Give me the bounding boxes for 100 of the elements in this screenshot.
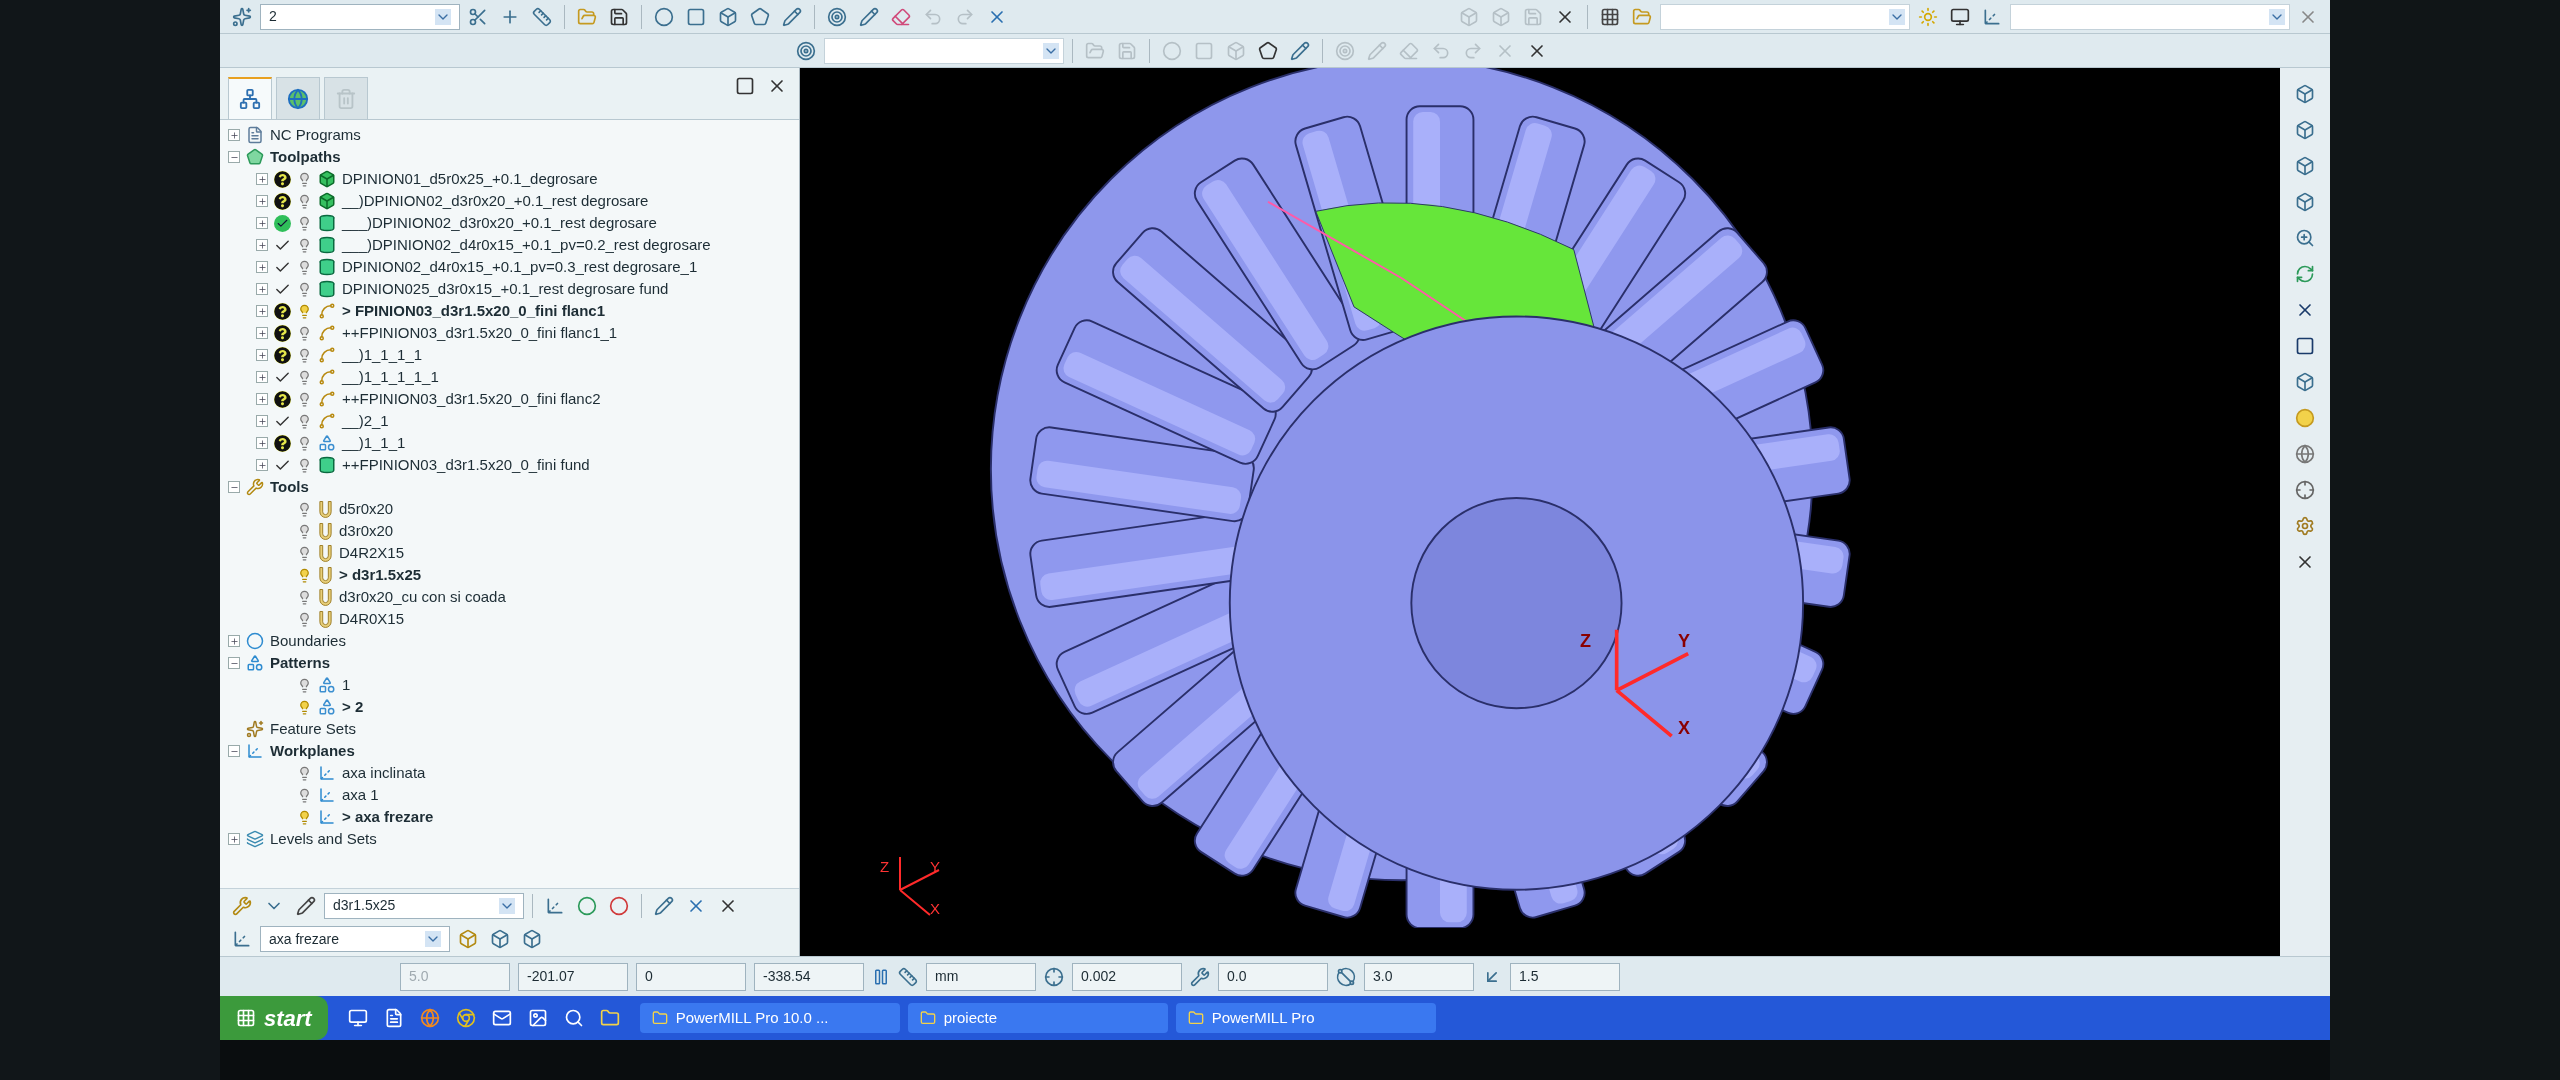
expand-toggle-icon[interactable]: [228, 635, 240, 647]
tree-item-label[interactable]: ++FPINION03_d3r1.5x20_0_fini flanc2: [342, 387, 601, 411]
expand-toggle-icon[interactable]: [228, 833, 240, 845]
tree-view-icon: [239, 88, 261, 110]
taskbar-button[interactable]: PowerMILL Pro: [1175, 1003, 1436, 1033]
tree-item-label[interactable]: DPINION01_d5r0x25_+0.1_degrosare: [342, 167, 598, 191]
diameter-field[interactable]: 3.0: [1364, 962, 1474, 991]
dropdown-caret-icon: [1889, 8, 1905, 25]
tree-item-label[interactable]: > d3r1.5x25: [339, 563, 422, 587]
cylinder-icon: [318, 258, 336, 276]
cutter-icon: [318, 566, 333, 584]
tree-folder-label[interactable]: Workplanes: [270, 739, 355, 763]
expand-toggle-icon[interactable]: [256, 217, 268, 229]
expand-toggle-icon[interactable]: [256, 327, 268, 339]
tree-item-label[interactable]: ++FPINION03_d3r1.5x20_0_fini flanc1_1: [342, 321, 618, 345]
stepover-field[interactable]: 1.5: [1510, 962, 1620, 991]
tree-item-label[interactable]: > FPINION03_d3r1.5x20_0_fini flanc1: [342, 299, 606, 323]
cutter-icon: [318, 588, 333, 606]
expand-toggle-icon[interactable]: [256, 415, 268, 427]
tree-folder-label[interactable]: Tools: [270, 475, 309, 499]
curve-path-icon: [318, 324, 336, 342]
collapse-toggle-icon[interactable]: [228, 745, 240, 757]
expand-toggle-icon[interactable]: [256, 371, 268, 383]
panel-tab[interactable]: [276, 77, 320, 119]
tree-item-label[interactable]: __)1_1_1_1: [342, 343, 423, 367]
dropdown-field[interactable]: [824, 37, 1064, 64]
coordinate-field[interactable]: -201.07: [518, 962, 628, 991]
cutter-icon: [318, 610, 333, 628]
pause-icon[interactable]: [872, 967, 890, 986]
tree-item-label[interactable]: ___)DPINION02_d3r0x20_+0.1_rest degrosare: [342, 211, 657, 235]
tree-folder-label[interactable]: Feature Sets: [270, 717, 356, 741]
tree-item-label[interactable]: > axa frezare: [342, 805, 434, 829]
tree-item-label[interactable]: __)1_1_1: [342, 431, 406, 455]
expand-toggle-icon[interactable]: [256, 195, 268, 207]
ruler-icon: [898, 966, 918, 987]
layer-dropdown[interactable]: 2: [260, 3, 460, 30]
coordinate-field[interactable]: -338.54: [754, 962, 864, 991]
tree-item-label[interactable]: __)DPINION02_d3r0x20_+0.1_rest degrosare: [342, 189, 649, 213]
tree-item-label[interactable]: 1: [342, 673, 351, 697]
tree-item-label[interactable]: ___)DPINION02_d4r0x15_+0.1_pv=0.2_rest degrosare: [342, 233, 711, 257]
panel-tab[interactable]: [228, 77, 272, 119]
workplane-dropdown[interactable]: axa frezare: [260, 926, 450, 952]
taskbar-button[interactable]: PowerMILL Pro 10.0 ...: [639, 1003, 900, 1033]
globe-icon: [287, 87, 309, 110]
tree-item-label[interactable]: DPINION02_d4r0x15_+0.1_pv=0.3_rest degrosare_1: [342, 255, 698, 279]
pattern-icon: [318, 676, 336, 694]
tree-folder-label[interactable]: Levels and Sets: [270, 827, 377, 851]
collapse-toggle-icon[interactable]: [228, 481, 240, 493]
expand-toggle-icon[interactable]: [228, 129, 240, 141]
pattern-icon: [246, 654, 264, 672]
tree-folder-label[interactable]: Patterns: [270, 651, 331, 675]
tree-item-label[interactable]: __)1_1_1_1_1: [342, 365, 439, 389]
axis-label: Z: [1580, 630, 1591, 653]
expand-toggle-icon[interactable]: [256, 305, 268, 317]
tree-item-label[interactable]: DPINION025_d3r0x15_+0.1_rest degrosare fund: [342, 277, 669, 301]
3d-viewport[interactable]: Z Y X Z Y X: [800, 68, 2280, 956]
cube-icon: [318, 192, 336, 210]
dropdown-field[interactable]: [2010, 3, 2290, 30]
diameter-icon: [1336, 966, 1356, 987]
tolerance-field[interactable]: 0.002: [1072, 962, 1182, 991]
tool-dropdown[interactable]: d3r1.5x25: [324, 892, 524, 919]
tree-item-label[interactable]: axa 1: [342, 783, 379, 807]
start-button[interactable]: start: [220, 996, 328, 1040]
cylinder-icon: [318, 280, 336, 298]
coordinate-field[interactable]: 0: [636, 962, 746, 991]
tree-item-label[interactable]: D4R2X15: [339, 541, 405, 565]
tree-item-label[interactable]: d3r0x20_cu con si coada: [339, 585, 506, 609]
expand-toggle-icon[interactable]: [256, 437, 268, 449]
curve-path-icon: [318, 302, 336, 320]
taskbar-button[interactable]: proiecte: [907, 1003, 1168, 1033]
units-field[interactable]: mm: [926, 962, 1036, 991]
expand-toggle-icon[interactable]: [256, 393, 268, 405]
tree-folder-label[interactable]: NC Programs: [270, 123, 361, 147]
tree-item-label[interactable]: axa inclinata: [342, 761, 426, 785]
collapse-toggle-icon[interactable]: [228, 151, 240, 163]
expand-toggle-icon[interactable]: [256, 283, 268, 295]
expand-toggle-icon[interactable]: [256, 239, 268, 251]
thickness-field[interactable]: 0.0: [1218, 962, 1328, 991]
document-icon: [246, 126, 264, 144]
expand-toggle-icon[interactable]: [256, 261, 268, 273]
dropdown-caret-icon: [2269, 8, 2285, 25]
outline-icon: [246, 632, 264, 650]
tree-item-label[interactable]: d5r0x20: [339, 497, 394, 521]
tree-item-label[interactable]: d3r0x20: [339, 519, 394, 543]
tree-folder-label[interactable]: Boundaries: [270, 629, 346, 653]
tree-item-label[interactable]: __)2_1: [342, 409, 389, 433]
expand-toggle-icon[interactable]: [256, 173, 268, 185]
axes-icon: [318, 808, 336, 826]
expand-toggle-icon[interactable]: [256, 459, 268, 471]
curve-path-icon: [318, 390, 336, 408]
tree-folder-label[interactable]: Toolpaths: [270, 145, 341, 169]
cutter-icon: [318, 522, 333, 540]
dropdown-field[interactable]: [1660, 3, 1910, 30]
tree-item-label[interactable]: > 2: [342, 695, 364, 719]
dropdown-caret-icon: [1043, 42, 1059, 59]
tree-item-label[interactable]: D4R0X15: [339, 607, 405, 631]
collapse-toggle-icon[interactable]: [228, 657, 240, 669]
tree-item-label[interactable]: ++FPINION03_d3r1.5x20_0_fini fund: [342, 453, 590, 477]
expand-toggle-icon[interactable]: [256, 349, 268, 361]
axis-label: X: [1678, 717, 1690, 740]
